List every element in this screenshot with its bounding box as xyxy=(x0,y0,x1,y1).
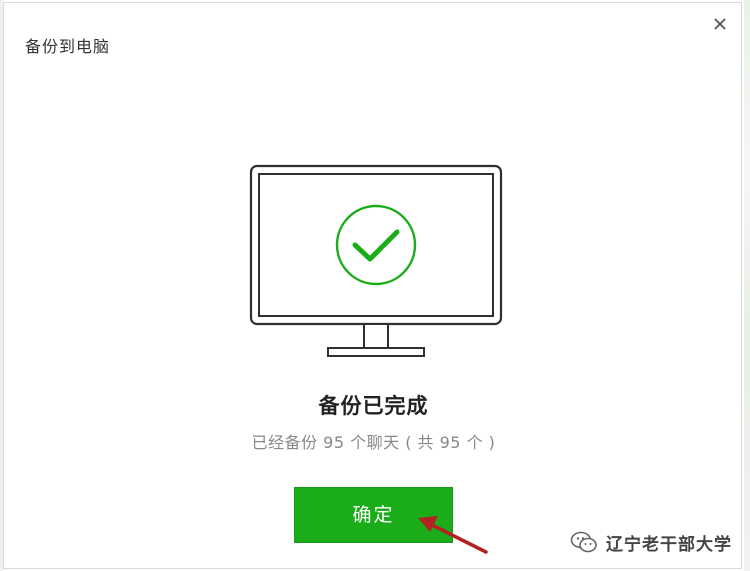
watermark-text: 辽宁老干部大学 xyxy=(606,534,732,555)
status-detail: 已经备份 95 个聊天 ( 共 95 个 ) xyxy=(251,433,496,452)
dialog-title: 备份到电脑 xyxy=(25,37,111,56)
background-window-edge-right xyxy=(744,0,750,571)
close-button[interactable] xyxy=(709,13,731,35)
close-icon xyxy=(714,18,726,30)
monitor-check-icon xyxy=(249,164,503,357)
status-title: 备份已完成 xyxy=(318,394,429,418)
backup-dialog: 备份到电脑 备份已完成 已经备份 95 个聊天 ( 共 95 个 ) 确定 xyxy=(3,2,742,569)
annotation-arrow-icon xyxy=(418,516,488,554)
screen: 备份到电脑 备份已完成 已经备份 95 个聊天 ( 共 95 个 ) 确定 辽宁… xyxy=(0,0,750,571)
watermark: 辽宁老干部大学 xyxy=(570,527,732,557)
wechat-logo-icon xyxy=(570,531,597,553)
